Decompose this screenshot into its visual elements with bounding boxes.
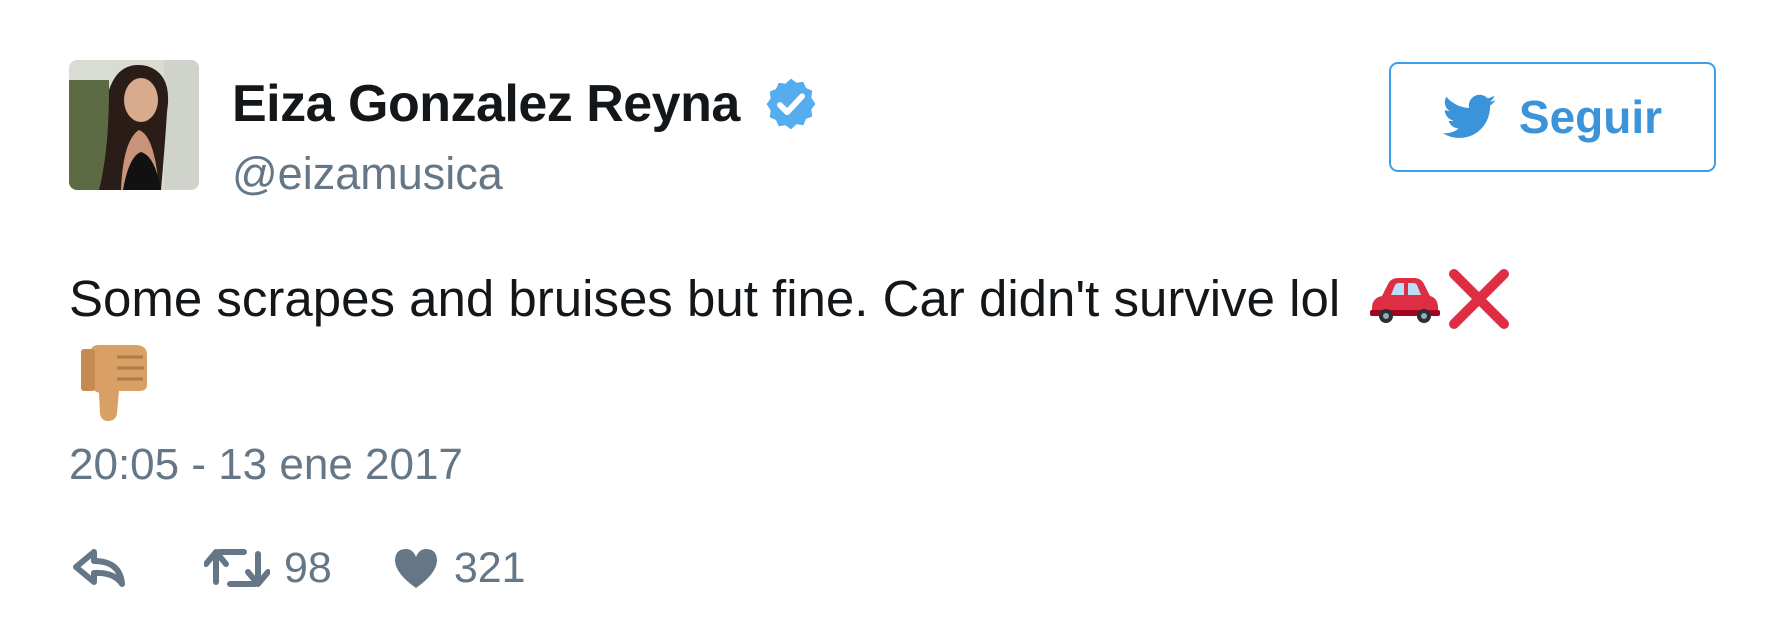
tweet-card: Eiza Gonzalez Reyna @eizamusica Seguir S… [0, 0, 1777, 620]
author-handle[interactable]: @eizamusica [232, 148, 820, 200]
cross-mark-emoji [1444, 264, 1514, 334]
thumbs-down-emoji [77, 343, 153, 423]
tweet-text-line: Some scrapes and bruises but fine. Car d… [69, 262, 1709, 336]
avatar-photo-icon [69, 60, 199, 190]
tweet-text-content: Some scrapes and bruises but fine. Car d… [69, 270, 1341, 327]
tweet-text: Some scrapes and bruises but fine. Car d… [69, 262, 1709, 428]
verified-badge-icon [762, 75, 820, 133]
car-emoji [1366, 274, 1441, 324]
retweet-count: 98 [284, 543, 332, 592]
like-button[interactable]: 321 [392, 544, 526, 593]
retweet-icon [204, 546, 270, 590]
author-display-name[interactable]: Eiza Gonzalez Reyna [232, 74, 740, 134]
tweet-actions: 98 321 [72, 540, 526, 596]
tweet-text-line [69, 338, 1709, 428]
avatar[interactable] [69, 60, 199, 190]
reply-icon [72, 548, 126, 588]
follow-button-label: Seguir [1518, 91, 1663, 143]
twitter-bird-icon [1442, 94, 1497, 140]
tweet-timestamp[interactable]: 20:05 - 13 ene 2017 [69, 440, 463, 490]
follow-button[interactable]: Seguir [1389, 62, 1716, 172]
author-name-row: Eiza Gonzalez Reyna [232, 68, 820, 140]
reply-button[interactable] [72, 548, 126, 588]
like-count: 321 [453, 543, 526, 592]
author-block: Eiza Gonzalez Reyna @eizamusica [232, 68, 820, 200]
retweet-button[interactable]: 98 [204, 544, 332, 593]
heart-icon [392, 546, 440, 590]
